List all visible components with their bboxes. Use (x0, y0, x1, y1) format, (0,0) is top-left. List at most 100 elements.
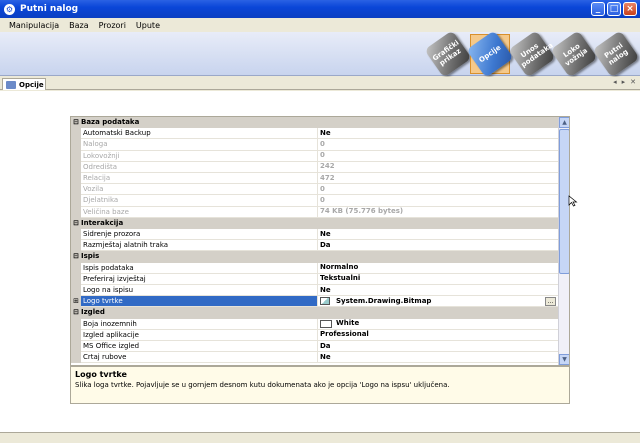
close-button[interactable]: × (623, 2, 637, 16)
property-value: White (336, 319, 360, 328)
property-value-cell[interactable]: Da (318, 240, 558, 252)
property-row[interactable]: Vozila 0 (71, 184, 558, 196)
property-value-cell[interactable]: Ne (318, 352, 558, 364)
options-button[interactable]: Opcije (466, 30, 514, 78)
category-row[interactable]: ⊟ Interakcija (71, 217, 558, 229)
property-value-cell[interactable]: Normalno (318, 263, 558, 274)
property-row[interactable]: Djelatnika 0 (71, 195, 558, 207)
property-value: Ne (320, 128, 331, 137)
local-drive-icon: Loko vožnja (550, 30, 598, 78)
property-value-cell[interactable]: Professional (318, 330, 558, 341)
property-value-cell[interactable]: 472 (318, 173, 558, 185)
category-row[interactable]: ⊟ Izgled (71, 307, 558, 319)
property-name: Boja inozemnih (81, 318, 318, 330)
property-row[interactable]: Izgled aplikacije Professional (71, 329, 558, 341)
property-row[interactable]: Crtaj rubove Ne (71, 352, 558, 364)
property-value-cell[interactable]: 0 (318, 195, 558, 207)
property-value: Professional (320, 330, 369, 339)
row-gutter (71, 318, 81, 330)
property-row[interactable]: Odredišta 242 (71, 161, 558, 173)
collapse-icon[interactable]: ⊟ (71, 251, 81, 262)
property-row[interactable]: Veličina baze 74 KB (75.776 bytes) (71, 206, 558, 218)
property-value-cell[interactable]: System.Drawing.Bitmap (318, 296, 558, 308)
tab-scroll-right-icon[interactable]: ▸ (622, 78, 626, 86)
property-value-cell[interactable]: 0 (318, 184, 558, 196)
collapse-icon[interactable]: ⊟ (71, 307, 81, 318)
tab-close-icon[interactable]: ✕ (630, 78, 636, 86)
local-drive-button[interactable]: Loko vožnja (550, 30, 598, 78)
property-name: Relacija (81, 173, 318, 185)
browse-button[interactable]: ... (545, 297, 556, 307)
scroll-up-icon[interactable]: ▲ (559, 117, 569, 128)
row-gutter (71, 262, 81, 274)
options-icon: Opcije (466, 30, 514, 78)
property-row[interactable]: ⊞ Logo tvrtke System.Drawing.Bitmap... (71, 296, 558, 308)
category-label: Interakcija (81, 218, 124, 227)
mouse-cursor-icon (568, 195, 578, 207)
property-row[interactable]: Sidrenje prozora Ne (71, 229, 558, 241)
property-value-cell[interactable]: 0 (318, 151, 558, 162)
scroll-down-icon[interactable]: ▼ (559, 354, 569, 365)
property-name: Ispis podataka (81, 262, 318, 274)
property-row[interactable]: Relacija 472 (71, 173, 558, 185)
property-name: Logo na ispisu (81, 285, 318, 297)
property-value: Ne (320, 285, 331, 294)
travel-order-button[interactable]: Putni nalog (592, 30, 640, 78)
row-gutter (71, 184, 81, 196)
property-value: Normalno (320, 263, 359, 272)
property-row[interactable]: MS Office izgled Da (71, 341, 558, 353)
graphic-view-button[interactable]: Grafički prikaz (424, 30, 472, 78)
menu-manipulacija[interactable]: Manipulacija (4, 21, 64, 30)
property-row[interactable]: Preferiraj izvještaj Tekstualni (71, 273, 558, 285)
menu-baza[interactable]: Baza (64, 21, 94, 30)
tab-scroll-left-icon[interactable]: ◂ (613, 78, 617, 86)
category-label: Baza podataka (81, 118, 140, 126)
property-name: Djelatnika (81, 195, 318, 207)
property-grid[interactable]: ⊟ Baza podataka Automatski Backup Ne Naloga 0… (70, 116, 570, 366)
property-row[interactable]: Logo na ispisu Ne (71, 285, 558, 297)
menu-upute[interactable]: Upute (131, 21, 165, 30)
property-value-cell[interactable]: Ne (318, 229, 558, 241)
property-value-cell[interactable]: 0 (318, 139, 558, 151)
property-row[interactable]: Lokovožnji 0 (71, 150, 558, 162)
property-row[interactable]: Boja inozemnih White (71, 318, 558, 330)
category-row[interactable]: ⊟ Baza podataka (71, 117, 558, 129)
property-value-cell[interactable]: Da (318, 341, 558, 353)
maximize-button[interactable]: □ (607, 2, 621, 16)
property-value: 0 (320, 139, 325, 148)
chart-icon: Grafički prikaz (424, 30, 472, 78)
collapse-icon[interactable]: ⊟ (71, 117, 81, 128)
row-gutter (71, 161, 81, 173)
property-value-cell[interactable]: Ne (318, 285, 558, 297)
property-value: 0 (320, 184, 325, 193)
property-name: Crtaj rubove (81, 352, 318, 364)
property-value-cell[interactable]: 242 (318, 162, 558, 173)
property-value-cell[interactable]: Ne (318, 128, 558, 140)
menu-prozori[interactable]: Prozori (94, 21, 131, 30)
app-icon: ⚙ (4, 3, 15, 15)
description-text: Slika loga tvrtke. Pojavljuje se u gornj… (75, 381, 450, 389)
property-row[interactable]: Naloga 0 (71, 139, 558, 151)
travel-order-icon: Putni nalog (592, 30, 640, 78)
property-value: Tekstualni (320, 274, 361, 283)
category-label: Izgled (81, 308, 105, 317)
property-value-cell[interactable]: White (318, 319, 558, 330)
grid-scrollbar[interactable]: ▲ ▼ (558, 117, 569, 365)
category-row[interactable]: ⊟ Ispis (71, 251, 558, 263)
property-value-cell[interactable]: Tekstualni (318, 274, 558, 285)
property-name: Veličina baze (81, 206, 318, 218)
tab-opcije[interactable]: Opcije (2, 78, 46, 90)
row-gutter (71, 128, 81, 140)
row-gutter (71, 240, 81, 252)
data-entry-button[interactable]: Unos podataka (508, 30, 556, 78)
property-row[interactable]: Automatski Backup Ne (71, 128, 558, 140)
title-bar: ⚙ Putni nalog _ □ × (0, 0, 640, 18)
property-row[interactable]: Razmještaj alatnih traka Da (71, 240, 558, 252)
property-name: Vozila (81, 184, 318, 196)
collapse-icon[interactable]: ⊟ (71, 218, 81, 229)
minimize-button[interactable]: _ (591, 2, 605, 16)
row-gutter (71, 229, 81, 241)
property-value-cell[interactable]: 74 KB (75.776 bytes) (318, 207, 558, 218)
expand-icon[interactable]: ⊞ (71, 296, 81, 308)
property-row[interactable]: Ispis podataka Normalno (71, 262, 558, 274)
